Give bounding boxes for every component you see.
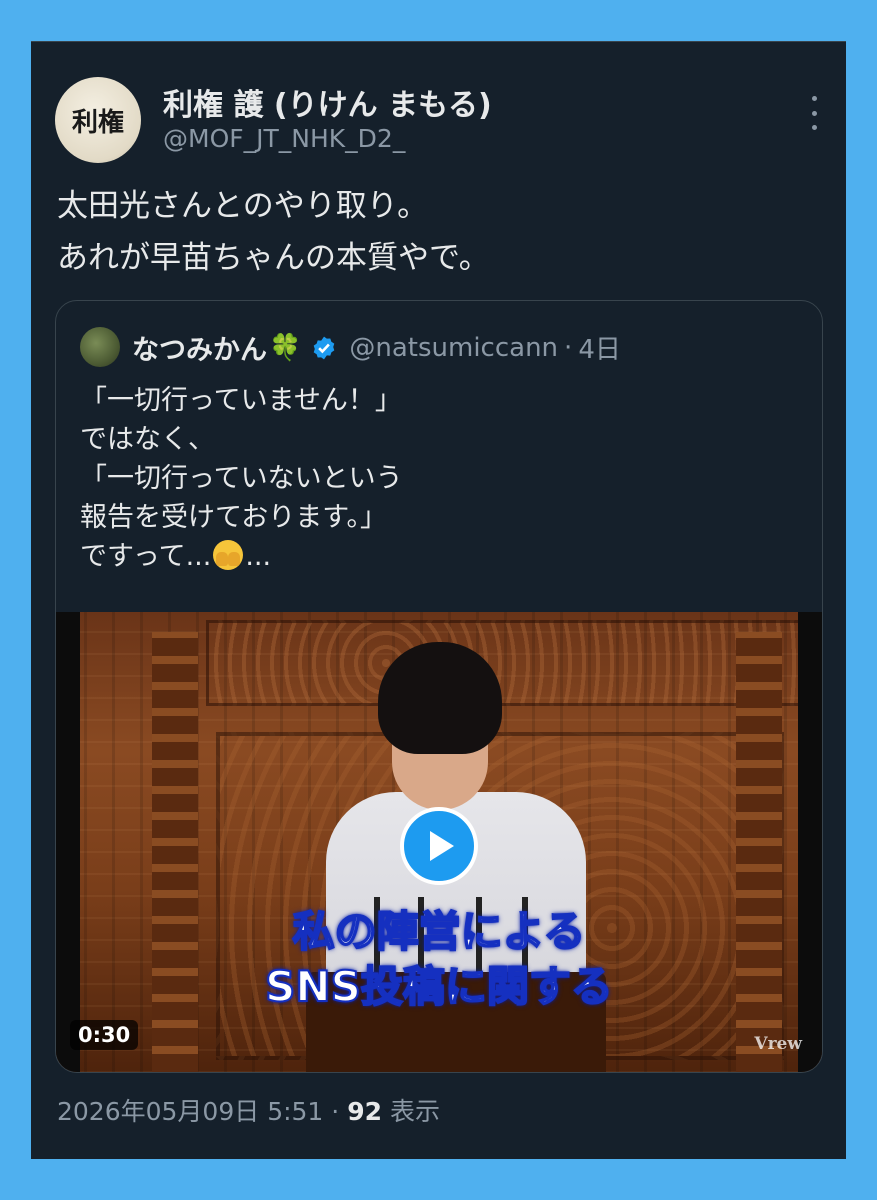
user-handle[interactable]: @MOF_JT_NHK_D2_	[163, 124, 405, 153]
play-button[interactable]	[400, 807, 478, 885]
quote-text: 「一切行っていません！」 ではなく、 「一切行っていないという 報告を受けており…	[80, 381, 403, 576]
quote-handle[interactable]: @natsumiccann	[349, 333, 558, 363]
tweet-text-line: 太田光さんとのやり取り。	[57, 188, 429, 224]
more-icon[interactable]	[808, 96, 820, 130]
play-icon	[430, 831, 454, 861]
separator-dot: ·	[331, 1097, 340, 1126]
quote-avatar[interactable]	[80, 327, 120, 367]
video-caption-line: 私の陣営による	[292, 906, 587, 957]
tweet-card: 利権 利権 護 (りけん まもる) @MOF_JT_NHK_D2_ 太田光さんと…	[31, 41, 846, 1159]
avatar[interactable]: 利権	[55, 77, 141, 163]
quote-last-text-after: ...	[245, 541, 272, 572]
separator-dot: ·	[564, 332, 573, 363]
display-name[interactable]: 利権 護 (りけん まもる)	[163, 80, 492, 124]
tweet-text: 太田光さんとのやり取り。 あれが早苗ちゃんの本質やで。	[57, 180, 490, 284]
video-player[interactable]: 私の陣営による SNS投稿に関する 0:30 Vrew	[56, 612, 822, 1072]
quote-text-line: 「一切行っていないという	[80, 463, 403, 494]
video-watermark: Vrew	[754, 1034, 802, 1054]
view-label: 表示	[389, 1097, 440, 1126]
speaker-hair	[378, 642, 502, 754]
video-caption-line: SNS投稿に関する	[264, 961, 614, 1012]
quote-text-line: 「一切行っていません！」	[80, 385, 402, 416]
view-count: 92	[347, 1097, 382, 1126]
quote-header: なつみかん 🍀 @natsumiccann · 4日	[132, 328, 621, 367]
quote-text-line: ではなく、	[80, 424, 215, 455]
quote-display-name[interactable]: なつみかん	[132, 328, 267, 367]
tweet-date[interactable]: 2026年05月09日 5:51	[57, 1097, 323, 1126]
quote-text-line: 報告を受けております。」	[80, 502, 387, 533]
tweet-meta: 2026年05月09日 5:51 · 92 表示	[57, 1092, 440, 1128]
quote-text-line: ですって......	[80, 537, 403, 576]
video-duration: 0:30	[70, 1020, 139, 1050]
quote-last-text-before: ですって...	[80, 541, 212, 572]
tweet-text-line: あれが早苗ちゃんの本質やで。	[57, 240, 490, 276]
quote-timestamp[interactable]: 4日	[578, 329, 621, 366]
clover-emoji-icon: 🍀	[269, 332, 302, 363]
verified-badge-icon	[314, 336, 335, 359]
quoted-tweet[interactable]: なつみかん 🍀 @natsumiccann · 4日 「一切行っていません！」 …	[55, 300, 823, 1073]
face-with-hand-over-mouth-emoji	[213, 540, 244, 570]
